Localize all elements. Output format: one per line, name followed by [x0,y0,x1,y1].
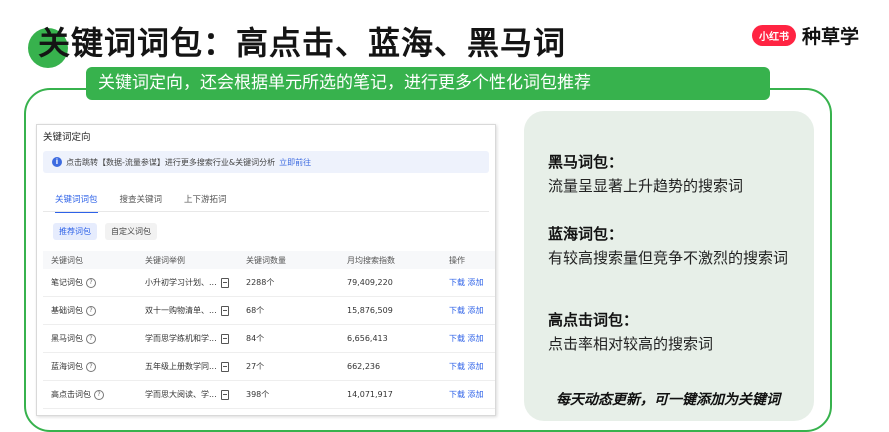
brand: 小红书 种草学 [751,22,859,49]
doc-icon[interactable] [220,389,229,400]
subtitle-banner: 关键词定向，还会根据单元所选的笔记，进行更多个性化词包推荐 [86,67,770,100]
go-now-link[interactable]: 立即前往 [279,157,311,168]
keyword-count: 84个 [246,334,265,343]
subtab-custom[interactable]: 自定义词包 [105,223,157,240]
keyword-targeting-screenshot: 关键词定向 i 点击跳转【数据-流量参谋】进行更多搜索行业&关键词分析 立即前往… [36,124,496,416]
high-click-text: 点击率相对较高的搜索词 [548,335,714,353]
tab-bar: 关键词词包 搜查关键词 上下游拓词 [55,193,227,213]
dark-horse-block: 黑马词包： 流量呈显著上升趋势的搜索词 [548,151,798,196]
brand-name: 种草学 [801,26,859,48]
keyword-example: 五年级上册数学同... [145,362,217,371]
blue-ocean-text: 有较高搜索量但竞争不激烈的搜索词 [548,249,789,267]
panel-footer: 每天动态更新，可一键添加为关键词 [556,392,780,408]
search-index: 79,409,220 [347,278,393,287]
table-row: 笔记词包? 小升初学习计划、... 2288个 79,409,220 下载 添加 [43,269,495,297]
package-name: 黑马词包 [51,334,83,343]
package-name: 高点击词包 [51,390,91,399]
header-count: 关键词数量 [246,255,286,265]
row-actions[interactable]: 下载 添加 [449,277,495,288]
subtab-recommended[interactable]: 推荐词包 [53,223,97,240]
table-row: 黑马词包? 学而思学练机和学... 84个 6,656,413 下载 添加 [43,325,495,353]
blue-ocean-heading: 蓝海词包： [548,225,624,243]
question-icon[interactable]: ? [86,305,96,316]
package-name: 蓝海词包 [51,362,83,371]
table-row: 高点击词包? 学而思大阅读、学... 398个 14,071,917 下载 添加 [43,381,495,409]
header-actions: 操作 [449,255,465,265]
high-click-heading: 高点击词包： [548,311,639,329]
package-name: 笔记词包 [51,278,83,287]
question-icon[interactable]: ? [86,277,96,288]
header-example: 关键词举例 [145,255,185,265]
dark-horse-heading: 黑马词包： [548,153,624,171]
row-actions[interactable]: 下载 添加 [449,305,495,316]
screenshot-title: 关键词定向 [43,132,91,143]
tab-related-keywords[interactable]: 上下游拓词 [184,193,227,213]
tab-search-keyword[interactable]: 搜查关键词 [120,193,163,213]
tab-keyword-package[interactable]: 关键词词包 [55,193,98,213]
keyword-count: 27个 [246,362,265,371]
doc-icon[interactable] [220,361,229,372]
table-header: 关键词包 关键词举例 关键词数量 月均搜索指数 操作 [43,251,495,269]
explanation-panel: 黑马词包： 流量呈显著上升趋势的搜索词 蓝海词包： 有较高搜索量但竞争不激烈的搜… [524,111,814,421]
keyword-count: 68个 [246,306,265,315]
search-index: 662,236 [347,362,381,371]
info-text: 点击跳转【数据-流量参谋】进行更多搜索行业&关键词分析 [66,157,276,167]
row-actions[interactable]: 下载 添加 [449,333,495,344]
info-bar: i 点击跳转【数据-流量参谋】进行更多搜索行业&关键词分析 立即前往 [43,151,489,173]
blue-ocean-block: 蓝海词包： 有较高搜索量但竞争不激烈的搜索词 [548,223,798,268]
high-click-block: 高点击词包： 点击率相对较高的搜索词 [548,309,798,354]
doc-icon[interactable] [220,305,229,316]
question-icon[interactable]: ? [94,389,104,400]
header-package: 关键词包 [51,255,83,265]
keyword-example: 学而思学练机和学... [145,334,217,343]
keyword-example: 双十一购物清单、... [145,306,217,315]
row-actions[interactable]: 下载 添加 [449,361,495,372]
brand-logo: 小红书 [751,25,796,46]
page-title: 关键词词包：高点击、蓝海、黑马词 [38,24,567,62]
keyword-package-table: 关键词包 关键词举例 关键词数量 月均搜索指数 操作 笔记词包? 小升初学习计划… [43,251,495,409]
question-icon[interactable]: ? [86,333,96,344]
doc-icon[interactable] [220,333,229,344]
question-icon[interactable]: ? [86,361,96,372]
search-index: 6,656,413 [347,334,388,343]
row-actions[interactable]: 下载 添加 [449,389,495,400]
keyword-count: 2288个 [246,278,275,287]
subtab-bar: 推荐词包 自定义词包 [53,223,157,240]
dark-horse-text: 流量呈显著上升趋势的搜索词 [548,177,744,195]
table-row: 蓝海词包? 五年级上册数学同... 27个 662,236 下载 添加 [43,353,495,381]
table-row: 基础词包? 双十一购物清单、... 68个 15,876,509 下载 添加 [43,297,495,325]
tabs-divider [43,211,489,212]
search-index: 14,071,917 [347,390,393,399]
package-name: 基础词包 [51,306,83,315]
header-index: 月均搜索指数 [347,255,395,265]
doc-icon[interactable] [220,277,229,288]
keyword-example: 小升初学习计划、... [145,278,217,287]
info-icon: i [52,157,62,167]
keyword-count: 398个 [246,390,270,399]
search-index: 15,876,509 [347,306,393,315]
keyword-example: 学而思大阅读、学... [145,390,217,399]
